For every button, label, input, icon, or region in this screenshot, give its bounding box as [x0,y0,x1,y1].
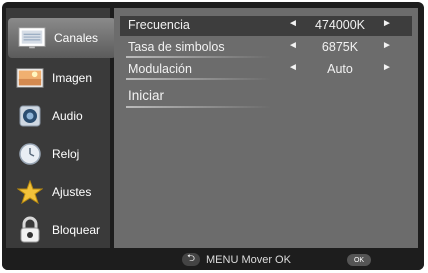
setting-label: Tasa de simbolos [128,40,225,54]
setting-label: Iniciar [128,88,165,103]
sidebar-item-imagen[interactable]: Imagen [6,60,110,96]
sidebar-item-canales[interactable]: Canales [8,18,116,58]
arrow-right-icon[interactable]: ► [382,40,392,51]
arrow-left-icon[interactable]: ◄ [288,40,298,51]
sidebar-item-label: Ajustes [52,185,92,199]
sidebar-item-label: Bloquear [52,223,101,237]
arrow-right-icon[interactable]: ► [382,18,392,29]
row-divider [126,78,271,80]
speaker-icon [16,103,44,129]
setting-label: Frecuencia [128,18,190,32]
setting-label: Modulación [128,62,192,76]
tv-channels-icon [18,25,46,51]
sidebar-item-audio[interactable]: Audio [6,98,110,134]
row-divider [126,106,271,108]
settings-panel: Frecuencia ◄ 474000K ► Tasa de simbolos … [114,8,418,248]
row-divider [126,56,271,58]
clock-icon [16,141,44,167]
picture-icon [16,65,44,91]
return-icon: ⮌ [182,253,200,266]
tv-menu-window: Canales Imagen Audio Reloj Ajustes Bloqu… [2,2,424,270]
star-settings-icon [16,179,44,205]
sidebar-item-label: Reloj [52,147,80,161]
arrow-right-icon[interactable]: ► [382,62,392,73]
setting-row-frecuencia[interactable]: Frecuencia ◄ 474000K ► [120,16,412,36]
sidebar-item-label: Audio [52,109,83,123]
padlock-icon [16,216,44,243]
arrow-left-icon[interactable]: ◄ [288,18,298,29]
sidebar-item-ajustes[interactable]: Ajustes [6,174,110,210]
sidebar-item-bloquear[interactable]: Bloquear [6,212,110,248]
arrow-left-icon[interactable]: ◄ [288,62,298,73]
sidebar-item-reloj[interactable]: Reloj [6,136,110,172]
footer-hint-bar: ⮌ MENU Mover OK OK [2,250,424,270]
ok-button[interactable]: OK [347,254,371,266]
sidebar: Canales Imagen Audio Reloj Ajustes Bloqu… [6,8,116,248]
setting-row-iniciar[interactable]: Iniciar [120,86,412,108]
setting-row-modulacion[interactable]: Modulación ◄ Auto ► [120,60,412,80]
setting-value: Auto [327,62,353,76]
setting-value: 6875K [321,40,359,54]
sidebar-item-label: Canales [54,31,99,45]
sidebar-item-label: Imagen [52,71,93,85]
footer-hint-text: MENU Mover OK [206,254,291,266]
setting-value: 474000K [314,18,366,32]
setting-row-tasa-de-simbolos[interactable]: Tasa de simbolos ◄ 6875K ► [120,38,412,58]
